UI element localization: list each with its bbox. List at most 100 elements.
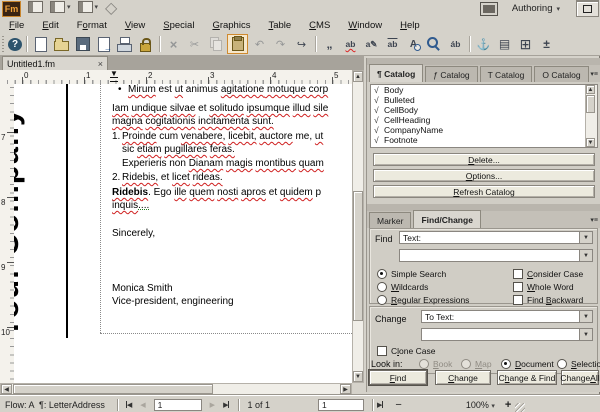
radio-look-in-map[interactable]: Map [461,359,492,369]
repeat-icon[interactable]: ↪ [292,35,311,53]
change-text-input[interactable]: ▼ [421,328,593,341]
scroll-up-icon[interactable]: ▲ [586,85,595,94]
catalog-item[interactable]: √ Bulleted [371,95,597,105]
tab-marker[interactable]: Marker [369,212,412,228]
menu-view[interactable]: View [116,18,154,33]
help-icon[interactable]: ? [8,37,22,51]
catalog-item[interactable]: √ Footnote [371,135,597,145]
chevron-down-icon[interactable]: ▼ [579,329,592,340]
save-icon[interactable] [73,35,92,53]
radio-regular-expressions[interactable]: Regular Expressions [377,295,469,305]
radio-look-in-book[interactable]: Book [419,359,452,369]
flow-indicator[interactable]: Flow: A ¶: LetterAddress [5,400,105,410]
master-page-icon[interactable]: ▤ [495,35,514,53]
first-page-button[interactable]: ◀ [125,401,132,409]
radio-wildcards[interactable]: Wildcards [377,282,428,292]
open-document-icon[interactable] [52,35,71,53]
zoom-in-button[interactable]: + [505,399,511,411]
menu-help[interactable]: Help [391,18,429,33]
menu-graphics[interactable]: Graphics [203,18,259,33]
delete--button[interactable]: Delete... [373,153,595,166]
chevron-down-icon[interactable]: ▼ [579,250,592,261]
tab-o-catalog[interactable]: O Catalog [534,66,589,82]
panel-menu-icon[interactable]: ▾≡ [590,216,598,224]
radio-look-in-document[interactable]: Document [501,359,554,369]
scroll-up-icon[interactable]: ▲ [353,71,363,82]
screen-layout-icon[interactable]: ▾ [50,0,71,13]
refresh-catalog-button[interactable]: Refresh Catalog [373,185,595,198]
last-page-button[interactable]: ▶ [223,401,230,409]
zoom-level-select[interactable]: 100% ▾ [466,400,495,410]
menu-format[interactable]: Format [68,18,116,33]
import-file-icon[interactable] [94,35,113,53]
checkbox-whole-word[interactable]: Whole Word [513,282,574,292]
find-change-icon[interactable] [425,35,444,53]
vertical-scrollbar-thumb[interactable] [353,191,363,321]
paste-icon[interactable] [227,34,248,54]
cut-icon[interactable]: ✂ [185,35,204,53]
menu-cms[interactable]: CMS [300,18,339,33]
page[interactable]: Your Company • Mirum est ut animus agitat… [14,84,352,383]
print-icon[interactable] [115,35,134,53]
change-button[interactable]: Change [435,370,491,385]
document-tab[interactable]: Untitled1.fm × [2,56,108,70]
workspace-mode-select[interactable]: Authoring ▾ [512,3,560,14]
vertical-scrollbar[interactable]: ▲ ▼ [352,70,364,383]
find-format-icon[interactable]: A [404,35,423,53]
scroll-right-icon[interactable]: ▶ [340,384,351,394]
menu-special[interactable]: Special [154,18,203,33]
checkbox-find-backward[interactable]: Find Backward [513,295,583,305]
find-button[interactable]: Find [369,370,427,385]
baseline-grid-icon[interactable]: ± [537,35,556,53]
object-tool-icon[interactable]: ◇ [105,0,117,17]
menu-table[interactable]: Table [259,18,300,33]
catalog-item[interactable]: √ CompanyName [371,125,597,135]
menu-window[interactable]: Window [339,18,391,33]
chevron-down-icon[interactable]: ▼ [579,232,592,243]
zoom-out-button[interactable]: − [395,399,401,411]
horizontal-scrollbar-thumb[interactable] [13,384,213,394]
change-type-dropdown[interactable]: To Text: ▼ [421,310,593,323]
lock-document-icon[interactable] [136,35,155,53]
radio-simple-search[interactable]: Simple Search [377,269,446,279]
scroll-down-icon[interactable]: ▼ [353,371,363,382]
change-find-button[interactable]: Ch ange & Find [497,370,557,385]
smart-quotes-icon[interactable]: „ [320,35,339,53]
menu-file[interactable]: File [0,18,33,33]
insert-table-icon[interactable]: ⊞ [516,35,535,53]
checkbox-clone-case[interactable]: Clone Case [377,346,435,356]
tab--catalog[interactable]: ¶ Catalog [369,64,424,82]
options--button[interactable]: Options... [373,169,595,182]
horizontal-scrollbar[interactable]: ◀ ▶ [0,383,352,395]
catalog-item[interactable]: √ CellHeading [371,115,597,125]
indent-marker[interactable]: ▼ [109,70,119,82]
redo-icon[interactable]: ↷ [271,35,290,53]
thesaurus-icon[interactable]: áb [446,35,465,53]
resize-grip[interactable] [515,403,526,412]
close-tab-icon[interactable]: × [98,59,103,69]
previous-page-button[interactable]: ◀ [140,401,145,409]
chevron-down-icon[interactable]: ▼ [579,311,592,322]
checkbox-consider-case[interactable]: Consider Case [513,269,583,279]
change-all-button[interactable]: Change All [560,370,600,385]
find-type-dropdown[interactable]: Text: ▼ [399,231,593,244]
maximize-button[interactable] [576,0,599,17]
next-page-button[interactable]: ▶ [210,401,215,409]
text-tools-icon[interactable]: ab [383,35,402,53]
anchored-frame-icon[interactable]: ⚓ [474,35,493,53]
radio-look-in-selection[interactable]: Selection [557,359,600,369]
line-number-field[interactable]: 1 [317,398,364,411]
delete-icon[interactable]: × [164,35,183,53]
frame-layout-icon[interactable]: ▾ [77,0,98,13]
catalog-item[interactable]: √ Body [371,85,597,95]
catalog-item[interactable]: √ CellBody [371,105,597,115]
spelling-icon[interactable]: ab [341,35,360,53]
page-number-field[interactable]: 1 [153,398,202,411]
scroll-left-icon[interactable]: ◀ [1,384,12,394]
new-document-icon[interactable] [31,35,50,53]
tab--catalog[interactable]: ƒ Catalog [425,66,478,82]
scroll-down-icon[interactable]: ▼ [586,138,595,147]
tab-find-change[interactable]: Find/Change [413,210,481,228]
undo-icon[interactable]: ↶ [250,35,269,53]
panel-menu-icon[interactable]: ▾≡ [590,70,598,78]
